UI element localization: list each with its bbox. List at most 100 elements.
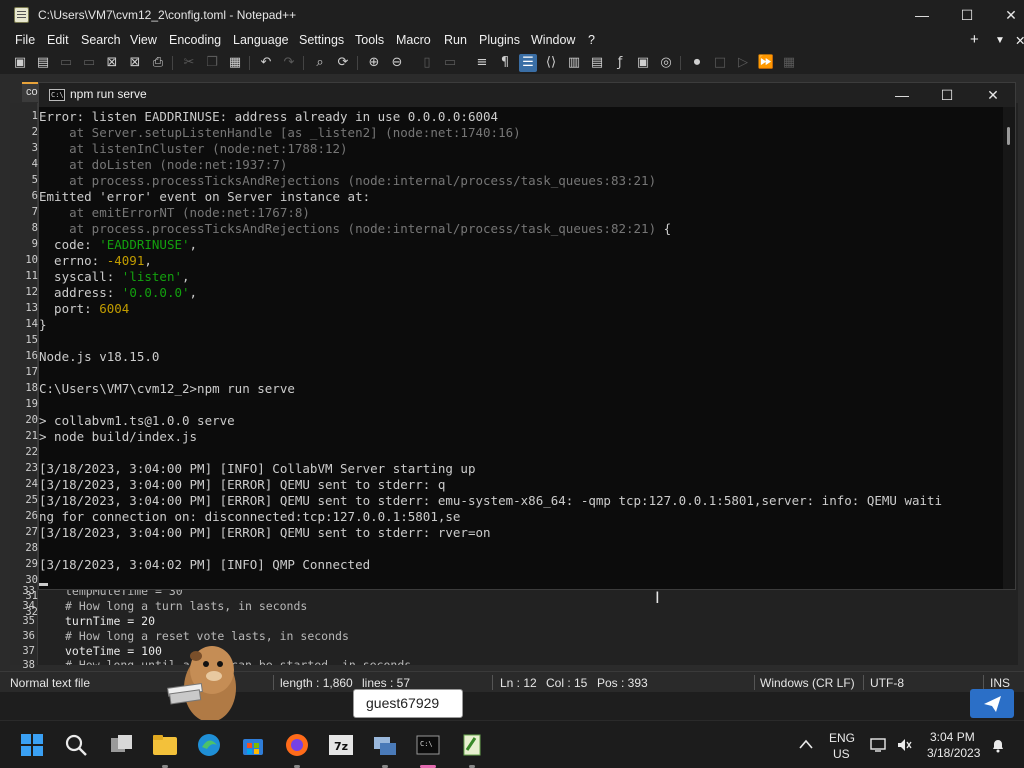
status-divider <box>863 675 864 690</box>
terminal-line: [3/18/2023, 3:04:00 PM] [ERROR] QEMU sen… <box>39 477 446 492</box>
menu-view[interactable]: View <box>130 33 157 47</box>
npp-menubar: File Edit Search View Encoding Language … <box>0 30 1024 52</box>
menu-search[interactable]: Search <box>81 33 121 47</box>
play-macro-icon[interactable]: ▷ <box>734 54 752 72</box>
zoom-in-icon[interactable]: ⊕ <box>365 54 383 72</box>
replace-icon[interactable]: ⟳ <box>334 54 352 72</box>
firefox-icon[interactable] <box>283 731 311 759</box>
maximize-button[interactable]: ☐ <box>944 0 990 30</box>
sync-horizontal-icon[interactable]: ▭ <box>441 54 459 72</box>
minimize-button[interactable]: — <box>899 0 945 30</box>
task-view-icon[interactable] <box>108 731 136 759</box>
command-prompt-icon[interactable]: C:\ <box>414 731 442 759</box>
menu-encoding[interactable]: Encoding <box>169 33 221 47</box>
line-number: 7 <box>31 206 38 218</box>
folder-workspace-icon[interactable]: ▣ <box>634 54 652 72</box>
save-macro-icon[interactable]: ▦ <box>780 54 798 72</box>
terminal-line: at emitErrorNT (node:net:1767:8) <box>39 205 310 220</box>
print-icon[interactable]: ⎙ <box>149 54 167 72</box>
document-map-icon[interactable]: ▥ <box>565 54 583 72</box>
language-indicator-bottom[interactable]: US <box>833 747 850 761</box>
network-icon[interactable] <box>870 737 886 753</box>
status-encoding[interactable]: UTF-8 <box>870 676 904 690</box>
close-file-icon[interactable]: ⊠ <box>103 54 121 72</box>
menu-edit[interactable]: Edit <box>47 33 69 47</box>
menu-tools[interactable]: Tools <box>355 33 384 47</box>
clock-time[interactable]: 3:04 PM <box>930 730 975 744</box>
word-wrap-icon[interactable]: ≡ <box>473 54 491 72</box>
cut-icon[interactable]: ✂ <box>180 54 198 72</box>
monitoring-icon[interactable]: ◎ <box>657 54 675 72</box>
sync-vertical-icon[interactable]: ▯ <box>418 54 436 72</box>
terminal-line: Node.js v18.15.0 <box>39 349 160 364</box>
network-app-icon[interactable] <box>371 731 399 759</box>
menu-language[interactable]: Language <box>233 33 289 47</box>
save-icon[interactable]: ▭ <box>57 54 75 72</box>
redo-icon[interactable]: ↷ <box>280 54 298 72</box>
zoom-out-icon[interactable]: ⊖ <box>388 54 406 72</box>
menu-settings[interactable]: Settings <box>299 33 344 47</box>
menu-plugins[interactable]: Plugins <box>479 33 520 47</box>
close-tab-icon[interactable]: ✕ <box>1015 33 1024 48</box>
microsoft-store-icon[interactable] <box>239 731 267 759</box>
run-macro-multiple-icon[interactable]: ⏩ <box>757 54 775 72</box>
terminal-line: > collabvm1.ts@1.0.0 serve <box>39 413 235 428</box>
notepad-plus-plus-icon[interactable] <box>458 731 486 759</box>
line-number: 6 <box>31 190 38 202</box>
line-number: 30 <box>25 574 38 586</box>
undo-icon[interactable]: ↶ <box>257 54 275 72</box>
copy-icon[interactable]: ❐ <box>203 54 221 72</box>
tab-list-dropdown-icon[interactable]: ▼ <box>995 35 1005 46</box>
cmd-titlebar[interactable]: C:\ npm run serve — ☐ ✕ <box>39 83 1015 107</box>
menu-macro[interactable]: Macro <box>396 33 431 47</box>
toolbar-divider <box>680 56 681 70</box>
new-tab-plus-icon[interactable]: + <box>970 31 979 48</box>
menu-help[interactable]: ? <box>588 33 595 47</box>
npp-status-bar: Normal text file length : 1,860 lines : … <box>0 671 1024 692</box>
close-button[interactable]: ✕ <box>988 0 1024 30</box>
close-all-icon[interactable]: ⊠ <box>126 54 144 72</box>
start-button-icon[interactable] <box>18 731 46 759</box>
terminal-line: errno: -4091, <box>39 253 152 268</box>
paste-icon[interactable]: ▦ <box>226 54 244 72</box>
notification-bell-icon[interactable] <box>990 737 1006 753</box>
terminal-line: at doListen (node:net:1937:7) <box>39 157 288 172</box>
cmd-output[interactable]: Error: listen EADDRINUSE: address alread… <box>39 107 1003 589</box>
cmd-minimize-button[interactable]: — <box>879 83 925 107</box>
status-insert-mode[interactable]: INS <box>990 676 1010 690</box>
open-file-icon[interactable]: ▤ <box>34 54 52 72</box>
npp-titlebar[interactable]: C:\Users\VM7\cvm12_2\config.toml - Notep… <box>0 0 1024 30</box>
chat-username-field[interactable]: guest67929 <box>353 689 463 718</box>
line-number: 22 <box>25 446 38 458</box>
edge-browser-icon[interactable] <box>195 731 223 759</box>
function-list-icon[interactable]: ƒ <box>611 54 629 72</box>
7zip-icon[interactable]: 7z <box>327 731 355 759</box>
search-icon[interactable] <box>62 731 90 759</box>
menu-file[interactable]: File <box>15 33 35 47</box>
save-all-icon[interactable]: ▭ <box>80 54 98 72</box>
language-indicator-top[interactable]: ENG <box>829 731 855 745</box>
indent-guide-icon[interactable]: ☰ <box>519 54 537 72</box>
xml-tag-icon[interactable]: ⟨⟩ <box>542 54 560 72</box>
status-lines: lines : 57 <box>362 676 411 690</box>
file-explorer-icon[interactable] <box>151 731 179 759</box>
status-eol[interactable]: Windows (CR LF) <box>760 676 855 690</box>
find-icon[interactable]: ⌕ <box>311 54 329 72</box>
document-list-icon[interactable]: ▤ <box>588 54 606 72</box>
volume-muted-icon[interactable] <box>896 737 912 753</box>
cmd-window: C:\ npm run serve — ☐ ✕ Error: listen EA… <box>38 82 1016 590</box>
cmd-scroll-thumb[interactable] <box>1007 127 1010 145</box>
menu-window[interactable]: Window <box>531 33 575 47</box>
show-all-chars-icon[interactable]: ¶ <box>496 54 514 72</box>
clock-date[interactable]: 3/18/2023 <box>927 746 980 760</box>
cmd-close-button[interactable]: ✕ <box>970 83 1016 107</box>
cmd-maximize-button[interactable]: ☐ <box>924 83 970 107</box>
record-macro-icon[interactable]: ⏺ <box>688 54 706 72</box>
new-file-icon[interactable]: ▣ <box>11 54 29 72</box>
terminal-line: [3/18/2023, 3:04:00 PM] [ERROR] QEMU sen… <box>39 525 491 540</box>
menu-run[interactable]: Run <box>444 33 467 47</box>
cmd-scrollbar[interactable] <box>1003 107 1015 589</box>
stop-macro-icon[interactable]: □ <box>711 54 729 72</box>
send-button[interactable] <box>970 689 1014 718</box>
show-hidden-icons-chevron-icon[interactable] <box>798 738 814 750</box>
